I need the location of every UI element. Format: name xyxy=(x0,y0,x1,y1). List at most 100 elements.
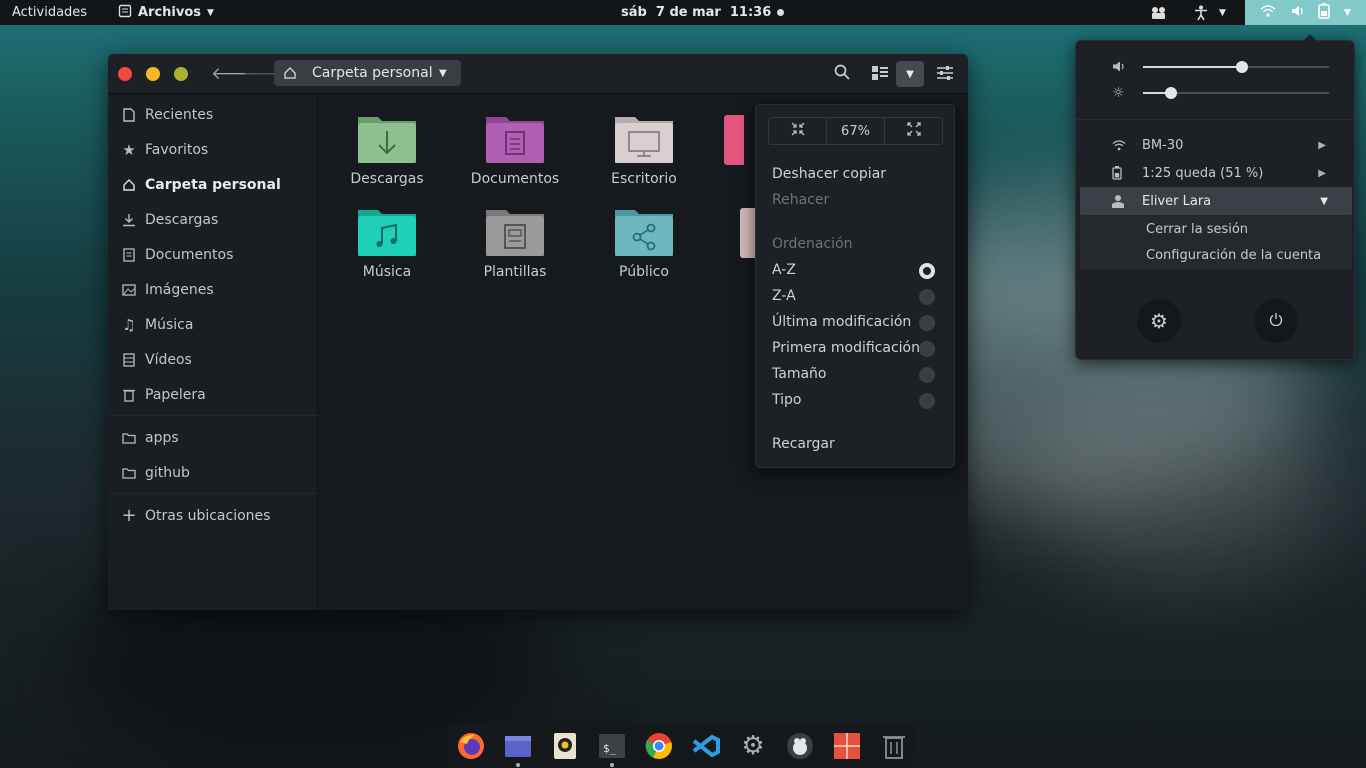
sort-type-item[interactable]: Tipo xyxy=(772,392,801,408)
zoom-reset-button[interactable]: 67% xyxy=(827,118,885,144)
close-button[interactable] xyxy=(118,67,132,81)
sort-size-item[interactable]: Tamaño xyxy=(772,366,826,382)
sort-last-modified-item[interactable]: Última modificación xyxy=(772,314,911,330)
clock[interactable]: sáb 7 de mar 11:36 xyxy=(621,0,785,25)
accessibility-icon[interactable] xyxy=(1194,0,1208,25)
reload-menu-item[interactable]: Recargar xyxy=(772,436,835,452)
activities-button[interactable]: Actividades xyxy=(12,0,87,25)
terminal-icon[interactable]: $_ xyxy=(598,732,626,760)
sidebar-item-descargas[interactable]: Descargas xyxy=(108,202,318,237)
battery-icon xyxy=(1112,166,1122,180)
folder-item-musica[interactable]: Música xyxy=(332,208,442,280)
system-tray[interactable]: ▼ xyxy=(1245,0,1366,25)
vscode-icon[interactable] xyxy=(692,732,720,760)
brightness-slider-knob[interactable] xyxy=(1164,87,1177,99)
account-settings-item[interactable]: Configuración de la cuenta xyxy=(1080,241,1352,269)
path-bar[interactable]: Carpeta personal ▼ xyxy=(274,60,461,86)
folder-item-publico[interactable]: Público xyxy=(589,208,699,280)
volume-icon xyxy=(1112,60,1126,77)
user-row[interactable]: Eliver Lara ▼ xyxy=(1080,187,1352,215)
minimize-button[interactable] xyxy=(146,67,160,81)
svg-text:$_: $_ xyxy=(603,742,617,755)
folder-item-escritorio[interactable]: Escritorio xyxy=(589,115,699,187)
sort-az-radio[interactable] xyxy=(919,263,935,279)
power-button[interactable] xyxy=(1254,299,1298,343)
menu-divider xyxy=(1076,119,1356,120)
folder-item-partial[interactable] xyxy=(724,115,754,165)
sort-za-radio[interactable] xyxy=(919,289,935,305)
zoom-in-icon xyxy=(906,122,921,140)
path-label: Carpeta personal xyxy=(312,65,433,81)
sliders-icon xyxy=(937,65,953,84)
sidebar-item-label: Recientes xyxy=(145,106,214,123)
clock-label: sáb 7 de mar 11:36 xyxy=(621,5,772,20)
battery-row[interactable]: 1:25 queda (51 %) ▶ xyxy=(1076,159,1356,187)
folder-item-documentos[interactable]: Documentos xyxy=(460,115,570,187)
wifi-row[interactable]: BM-30 ▶ xyxy=(1076,131,1356,159)
sort-size-radio[interactable] xyxy=(919,367,935,383)
firefox-icon[interactable] xyxy=(457,732,485,760)
logout-item[interactable]: Cerrar la sesión xyxy=(1080,215,1352,243)
sidebar-item-label: Vídeos xyxy=(145,351,192,368)
files-app-icon xyxy=(118,4,132,22)
view-options-popover: 67% Deshacer copiar Rehacer Ordenación A… xyxy=(755,104,955,468)
menu-button[interactable] xyxy=(931,61,959,87)
search-button[interactable] xyxy=(828,61,856,87)
sort-first-modified-radio[interactable] xyxy=(919,341,935,357)
maximize-button[interactable] xyxy=(174,67,188,81)
sidebar-item-papelera[interactable]: Papelera xyxy=(108,377,318,412)
volume-slider[interactable] xyxy=(1143,61,1329,73)
files-icon[interactable] xyxy=(504,732,532,760)
app-menu[interactable]: Archivos ▼ xyxy=(118,0,214,25)
folder-document-icon xyxy=(484,115,546,165)
rhythmbox-icon[interactable] xyxy=(551,732,579,760)
sidebar-item-otras-ubicaciones[interactable]: + Otras ubicaciones xyxy=(108,498,318,533)
sidebar-item-github[interactable]: github xyxy=(108,455,318,490)
gimp-icon[interactable] xyxy=(786,732,814,760)
sidebar-item-videos[interactable]: Vídeos xyxy=(108,342,318,377)
sort-za-item[interactable]: Z-A xyxy=(772,288,796,304)
chevron-down-icon[interactable]: ▼ xyxy=(1219,0,1226,25)
sidebar-item-musica[interactable]: ♫ Música xyxy=(108,307,318,342)
folder-label: Escritorio xyxy=(611,171,677,187)
folder-item-descargas[interactable]: Descargas xyxy=(332,115,442,187)
view-options-button[interactable]: ▼ xyxy=(896,61,924,87)
folder-label: Documentos xyxy=(470,171,560,187)
sidebar-item-recientes[interactable]: Recientes xyxy=(108,97,318,132)
sidebar: Recientes ★ Favoritos Carpeta personal De… xyxy=(108,95,318,610)
folder-icon xyxy=(724,115,744,165)
folder-label: Descargas xyxy=(350,171,424,187)
star-icon: ★ xyxy=(122,140,136,159)
volume-slider-knob[interactable] xyxy=(1235,61,1248,73)
sidebar-item-documentos[interactable]: Documentos xyxy=(108,237,318,272)
brightness-icon: ☼ xyxy=(1112,85,1125,101)
trash-icon[interactable] xyxy=(880,732,908,760)
redo-menu-item[interactable]: Rehacer xyxy=(772,192,829,208)
sidebar-item-favoritos[interactable]: ★ Favoritos xyxy=(108,132,318,167)
screencast-icon[interactable] xyxy=(1150,0,1168,25)
video-icon xyxy=(120,352,138,367)
sort-first-modified-item[interactable]: Primera modificación xyxy=(772,340,920,356)
mosaic-icon[interactable] xyxy=(833,732,861,760)
sidebar-item-label: Otras ubicaciones xyxy=(145,507,271,524)
settings-icon[interactable]: ⚙ xyxy=(739,731,767,761)
sort-last-modified-radio[interactable] xyxy=(919,315,935,331)
sort-type-radio[interactable] xyxy=(919,393,935,409)
menu-arrow xyxy=(1303,34,1317,41)
sidebar-item-imagenes[interactable]: Imágenes xyxy=(108,272,318,307)
music-icon: ♫ xyxy=(122,315,136,334)
brightness-slider[interactable] xyxy=(1143,87,1329,99)
folder-item-plantillas[interactable]: Plantillas xyxy=(460,208,570,280)
undo-menu-item[interactable]: Deshacer copiar xyxy=(772,166,886,182)
chrome-icon[interactable] xyxy=(645,732,673,760)
sidebar-item-carpeta-personal[interactable]: Carpeta personal xyxy=(108,167,318,202)
dock: $_ ⚙ xyxy=(448,723,914,768)
gear-icon: ⚙ xyxy=(1150,309,1168,333)
zoom-out-button[interactable] xyxy=(769,118,827,144)
sidebar-item-apps[interactable]: apps xyxy=(108,420,318,455)
zoom-in-button[interactable] xyxy=(885,118,942,144)
settings-button[interactable]: ⚙ xyxy=(1137,299,1181,343)
wifi-icon xyxy=(1260,4,1276,21)
sort-az-item[interactable]: A-Z xyxy=(772,262,796,278)
view-toggle-button[interactable] xyxy=(866,61,894,87)
